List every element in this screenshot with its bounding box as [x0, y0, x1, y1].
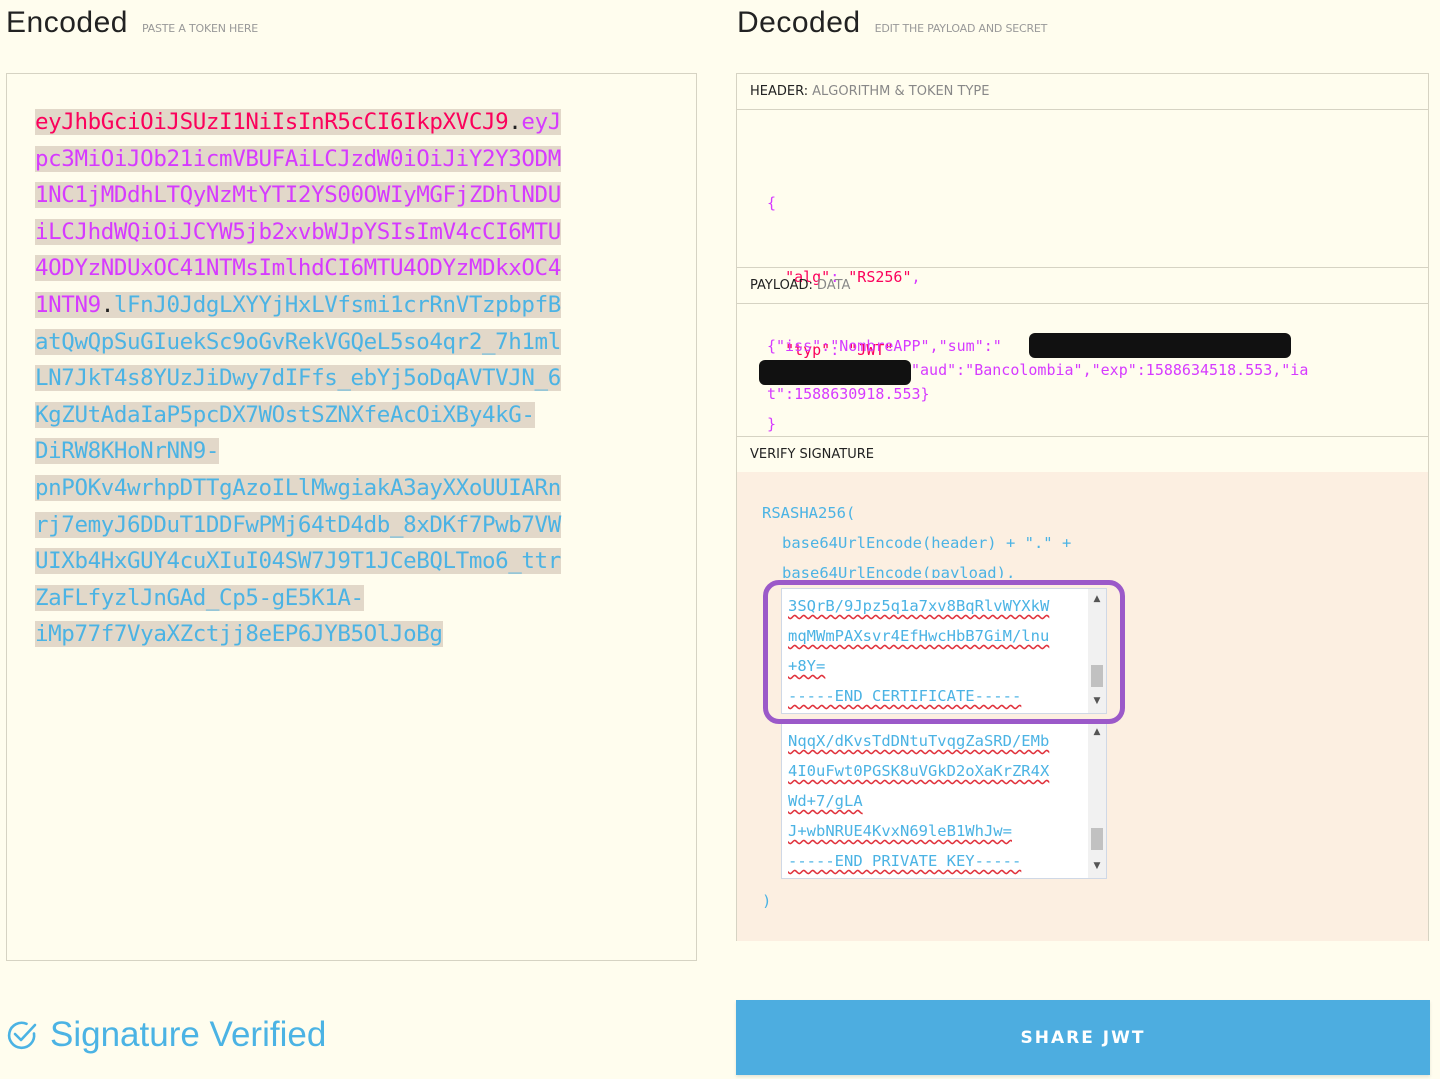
payload-line-3: t":1588630918.553}	[767, 385, 930, 403]
token-line: UIXb4HxGUY4cuXIuI04SW7J9T1JCeBQLTmo6_ttr	[35, 543, 635, 580]
scroll-thumb[interactable]	[1091, 828, 1103, 850]
token-line: rj7emyJ6DDuT1DDFwPMj64tD4db_8xDKf7Pwb7VW	[35, 507, 635, 544]
token-payload-segment: 1NTN9	[35, 291, 101, 318]
verify-section-label: VERIFY SIGNATURE	[737, 437, 1428, 473]
token-payload-segment: iLCJhdWQiOiJCYW5jb2xvbWJpYSIsImV4cCI6MTU	[35, 218, 561, 245]
signature-status: Signature Verified	[6, 1015, 326, 1055]
token-line: 1NTN9.lFnJ0JdgLXYYjHxLVfsmi1crRnVTzpbpfB	[35, 287, 635, 324]
verify-close-paren: )	[762, 892, 772, 910]
header-brace-close: }	[767, 414, 777, 433]
token-sig-segment: KgZUtAdaIaP5pcDX7WOstSZNXfeAcOiXBy4kG-	[35, 401, 535, 428]
check-circle-icon	[7, 1021, 37, 1050]
share-jwt-button[interactable]: SHARE JWT	[736, 1000, 1430, 1075]
payload-line-1: {"iss":"NombreAPP","sum":"	[767, 337, 1002, 355]
key-line: J+wbNRUE4KvxN69leB1WhJw=	[788, 822, 1012, 840]
scroll-up-icon[interactable]: ▲	[1088, 591, 1106, 607]
key-line: -----END CERTIFICATE-----	[788, 687, 1022, 705]
payload-line-2: "aud":"Bancolombia","exp":1588634518.553…	[911, 361, 1309, 379]
scroll-thumb[interactable]	[1091, 665, 1103, 687]
verify-payload-expr: base64UrlEncode(payload),	[782, 564, 1016, 578]
token-line: 4ODYzNDUxOC41NTMsImlhdCI6MTU4ODYzMDkxOC4	[35, 250, 635, 287]
decoded-heading: Decoded EDIT THE PAYLOAD AND SECRET	[737, 6, 1047, 40]
token-line: eyJhbGciOiJSUzI1NiIsInR5cCI6IkpXVCJ9.eyJ	[35, 104, 635, 141]
token-line: LN7JkT4s8YUzJiDwy7dIFfs_ebYj5oDqAVTVJN_6	[35, 360, 635, 397]
public-key-scrollbar[interactable]: ▲ ▼	[1088, 589, 1106, 713]
token-payload-segment: 4ODYzNDUxOC41NTMsImlhdCI6MTU4ODYzMDkxOC4	[35, 255, 561, 282]
token-sig-segment: LN7JkT4s8YUzJiDwy7dIFfs_ebYj5oDqAVTVJN_6	[35, 365, 561, 392]
scroll-down-icon[interactable]: ▼	[1088, 693, 1106, 709]
token-sig-segment: DiRW8KHoNrNN9-	[35, 438, 220, 465]
key-line: -----END PRIVATE KEY-----	[788, 852, 1022, 870]
encoded-heading: Encoded PASTE A TOKEN HERE	[6, 6, 258, 40]
payload-sublabel: DATA	[816, 278, 851, 293]
token-line: atQwQpSuGIuekSc9oGvRekVGQeL5so4qr2_7h1ml	[35, 324, 635, 361]
verify-header-expr: base64UrlEncode(header) + "." +	[782, 534, 1072, 552]
signature-verified-text: Signature Verified	[50, 1015, 327, 1054]
token-line: 1NC1jMDdhLTQyNzMtYTI2YS00OWIyMGFjZDhlNDU	[35, 177, 635, 214]
header-json-editor[interactable]: { "alg": "RS256", "typ": "JWT" }	[767, 142, 921, 485]
token-sig-segment: iMp77f7VyaXZctjj8eEP6JYB5OlJoBg	[35, 621, 443, 648]
header-sublabel: ALGORITHM & TOKEN TYPE	[812, 84, 990, 99]
verify-label: VERIFY SIGNATURE	[750, 447, 874, 462]
token-header-segment: eyJhbGciOiJSUzI1NiIsInR5cCI6IkpXVCJ9	[35, 109, 509, 135]
payload-section-label: PAYLOAD: DATA	[737, 268, 1428, 304]
redaction-bar	[759, 360, 911, 385]
token-sig-segment: pnPOKv4wrhpDTTgAzoILlMwgiakA3ayXXoUUIARn	[35, 474, 561, 501]
token-line: KgZUtAdaIaP5pcDX7WOstSZNXfeAcOiXBy4kG-	[35, 397, 635, 434]
header-label: HEADER:	[750, 84, 809, 99]
token-line: pnPOKv4wrhpDTTgAzoILlMwgiakA3ayXXoUUIARn	[35, 470, 635, 507]
header-section-label: HEADER: ALGORITHM & TOKEN TYPE	[737, 74, 1428, 110]
token-text[interactable]: eyJhbGciOiJSUzI1NiIsInR5cCI6IkpXVCJ9.eyJ…	[35, 104, 635, 653]
private-key-scrollbar[interactable]: ▲ ▼	[1088, 722, 1106, 878]
key-line: mqMWmPAXsvr4EfHwcHbB7GiM/lnu	[788, 627, 1050, 645]
header-brace-open: {	[767, 194, 777, 212]
key-line: NqqX/dKvsTdDNtuTvqgZaSRD/EMb	[788, 732, 1050, 750]
decoded-panel: HEADER: ALGORITHM & TOKEN TYPE { "alg": "…	[736, 73, 1429, 941]
token-dot-segment: .	[100, 291, 115, 318]
token-line: iLCJhdWQiOiJCYW5jb2xvbWJpYSIsImV4cCI6MTU	[35, 214, 635, 251]
private-key-text: NqqX/dKvsTdDNtuTvqgZaSRD/EMb 4I0uFwt0PGSK…	[788, 726, 1049, 876]
scroll-down-icon[interactable]: ▼	[1088, 858, 1106, 874]
token-sig-segment: UIXb4HxGUY4cuXIuI04SW7J9T1JCeBQLTmo6_ttr	[35, 548, 561, 575]
redaction-bar	[1029, 333, 1291, 358]
token-sig-segment: ZaFLfyzlJnGAd_Cp5-gE5K1A-	[35, 584, 364, 611]
encoded-token-editor[interactable]: eyJhbGciOiJSUzI1NiIsInR5cCI6IkpXVCJ9.eyJ…	[6, 73, 697, 961]
token-line: DiRW8KHoNrNN9-	[35, 433, 635, 470]
payload-label: PAYLOAD:	[750, 278, 813, 293]
token-line: iMp77f7VyaXZctjj8eEP6JYB5OlJoBg	[35, 616, 635, 653]
public-key-textarea[interactable]: 3SQrB/9Jpz5q1a7xv8BqRlvWYXkW mqMWmPAXsvr4…	[781, 588, 1107, 714]
encoded-subtitle: PASTE A TOKEN HERE	[141, 22, 259, 35]
verify-function: RSASHA256(	[762, 504, 856, 522]
encoded-title: Encoded	[6, 6, 128, 39]
private-key-textarea[interactable]: NqqX/dKvsTdDNtuTvqgZaSRD/EMb 4I0uFwt0PGSK…	[781, 722, 1107, 879]
token-line: ZaFLfyzlJnGAd_Cp5-gE5K1A-	[35, 580, 635, 617]
token-payload-segment: eyJ	[521, 109, 561, 135]
token-sig-segment: lFnJ0JdgLXYYjHxLVfsmi1crRnVTzpbpfB	[113, 291, 561, 318]
decoded-title: Decoded	[737, 6, 861, 39]
token-line: pc3MiOiJOb21icmVBUFAiLCJzdW0iOiJiY2Y3ODM	[35, 141, 635, 178]
token-payload-segment: pc3MiOiJOb21icmVBUFAiLCJzdW0iOiJiY2Y3ODM	[35, 145, 561, 172]
token-payload-segment: 1NC1jMDdhLTQyNzMtYTI2YS00OWIyMGFjZDhlNDU	[35, 182, 561, 209]
token-sig-segment: rj7emyJ6DDuT1DDFwPMj64tD4db_8xDKf7Pwb7VW	[35, 511, 561, 538]
public-key-text: 3SQrB/9Jpz5q1a7xv8BqRlvWYXkW mqMWmPAXsvr4…	[788, 591, 1049, 711]
scroll-up-icon[interactable]: ▲	[1088, 724, 1106, 740]
key-line: Wd+7/gLA	[788, 792, 863, 810]
token-dot-segment: .	[508, 109, 522, 135]
token-sig-segment: atQwQpSuGIuekSc9oGvRekVGQeL5so4qr2_7h1ml	[35, 328, 561, 355]
key-line: 4I0uFwt0PGSK8uVGkD2oXaKrZR4X	[788, 762, 1050, 780]
decoded-subtitle: EDIT THE PAYLOAD AND SECRET	[874, 22, 1048, 35]
key-line: 3SQrB/9Jpz5q1a7xv8BqRlvWYXkW	[788, 597, 1050, 615]
key-line: +8Y=	[788, 657, 826, 675]
